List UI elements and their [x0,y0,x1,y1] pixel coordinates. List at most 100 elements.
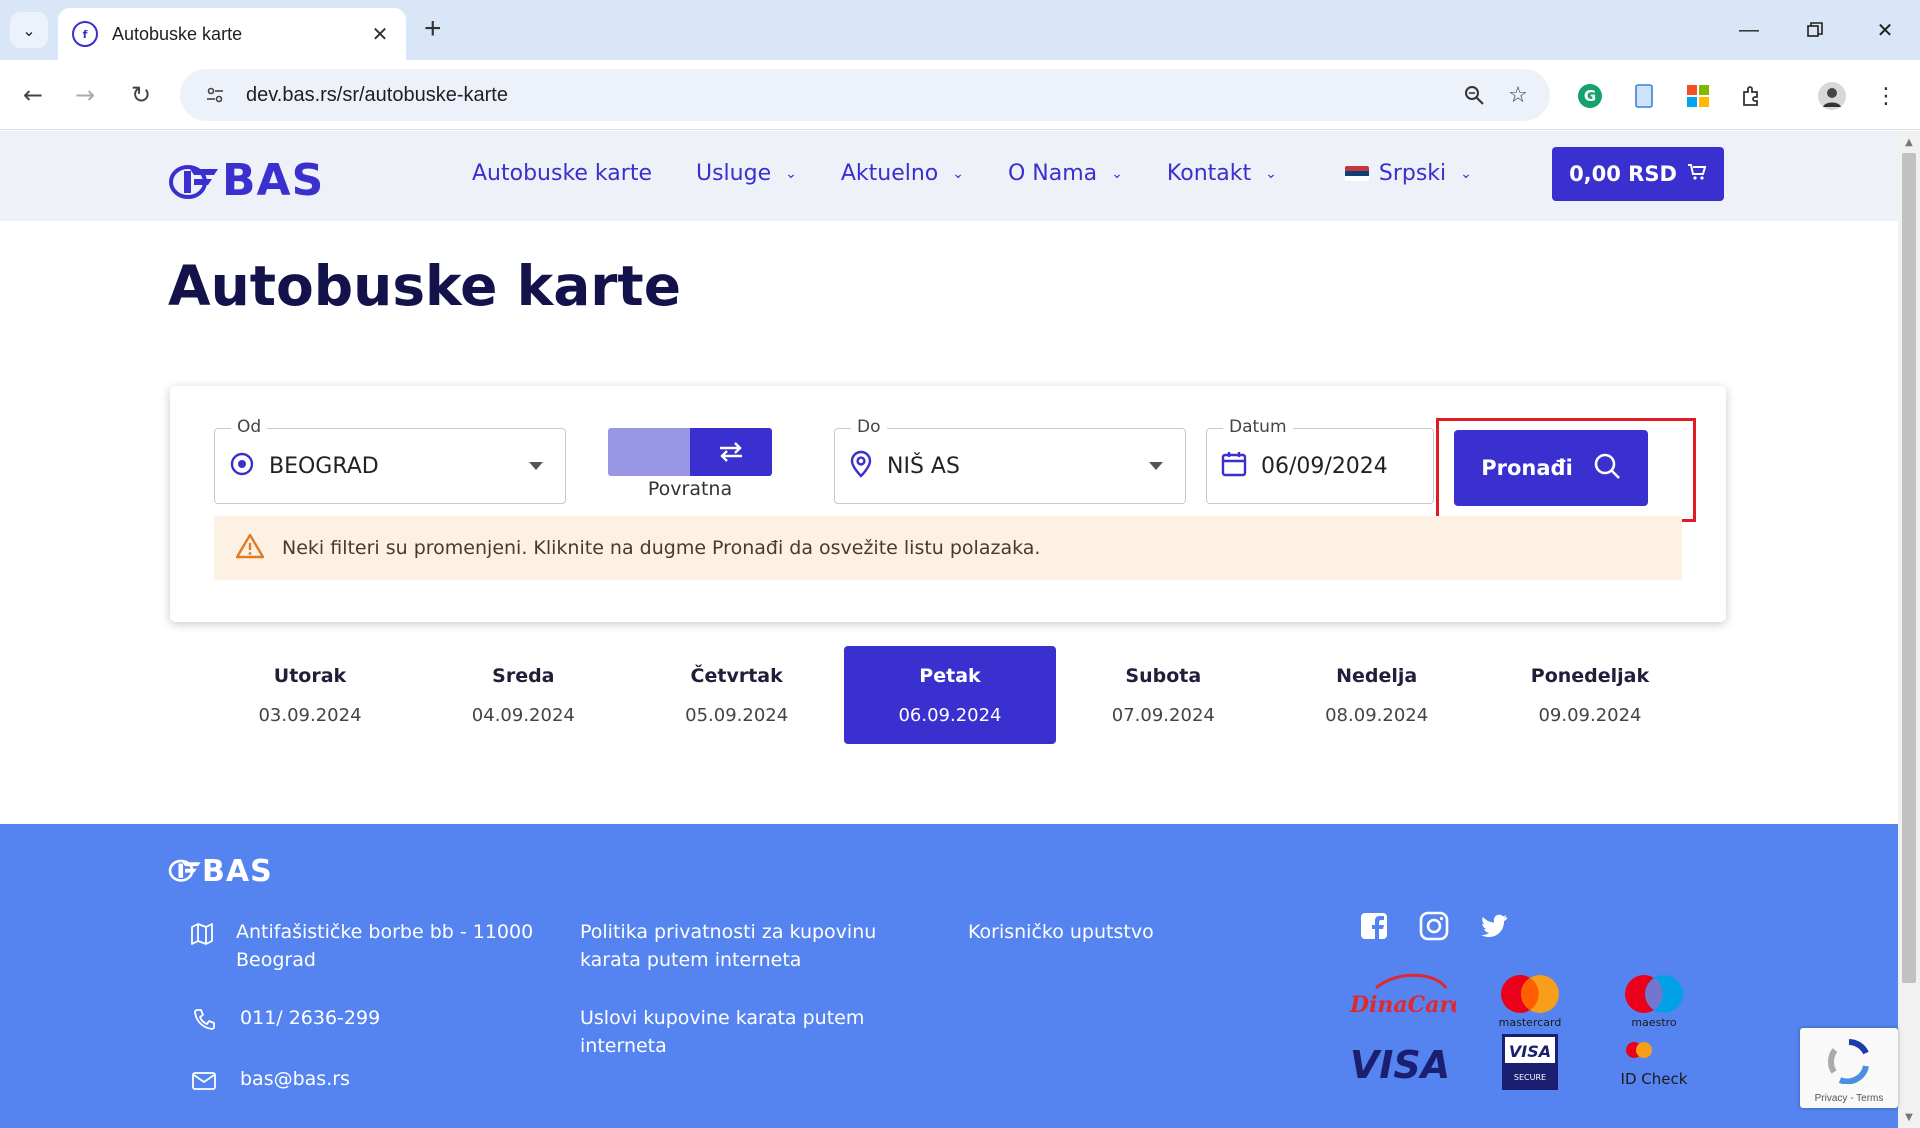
footer-logo-text: BAS [202,854,273,889]
tab-title: Autobuske karte [112,24,368,45]
day-date: 09.09.2024 [1538,705,1641,726]
zoom-icon[interactable] [1452,73,1496,117]
link-text: Korisničko uputstvo [968,918,1154,946]
day-tab-subota[interactable]: Subota 07.09.2024 [1057,646,1269,744]
recaptcha-badge[interactable]: Privacy - Terms [1800,1028,1898,1108]
swap-arrows-icon [690,428,772,476]
instagram-icon[interactable] [1418,910,1450,942]
microsoft-icon[interactable] [1680,78,1716,114]
browser-tab[interactable]: f Autobuske karte ✕ [58,8,406,60]
address-text: Antifašističke borbe bb - 11000 Beograd [236,918,550,974]
nav-label: O Nama [1008,161,1097,186]
scroll-up-icon[interactable]: ▲ [1898,133,1920,151]
date-field[interactable]: Datum 06/09/2024 [1206,428,1434,504]
day-tab-sreda[interactable]: Sreda 04.09.2024 [417,646,629,744]
nav-kontakt[interactable]: Kontakt ⌄ [1167,161,1277,186]
day-name: Nedelja [1336,665,1417,687]
day-tab-petak[interactable]: Petak 06.09.2024 [844,646,1056,744]
logo-text: BAS [222,155,324,206]
day-date: 06.09.2024 [898,705,1001,726]
notice-text: Neki filteri su promenjeni. Kliknite na … [282,537,1040,559]
nav-o-nama[interactable]: O Nama ⌄ [1008,161,1123,186]
to-value: NIŠ AS [887,454,1149,479]
serbia-flag-icon [1345,166,1369,182]
site-header: BAS Autobuske karte Usluge ⌄ Aktuelno ⌄ … [0,131,1898,221]
dinacard-text: DinaCard [1349,992,1456,1018]
day-name: Subota [1125,665,1201,687]
link-text: Politika privatnosti za kupovinu karata … [580,918,920,974]
day-name: Utorak [274,665,346,687]
calendar-icon [1221,451,1247,481]
email-text: bas@bas.rs [240,1065,350,1093]
svg-text:G: G [1584,87,1596,105]
chevron-down-icon: ⌄ [952,166,964,182]
to-select[interactable]: Do NIŠ AS [834,428,1186,504]
nav-usluge[interactable]: Usluge ⌄ [696,161,797,186]
twitter-icon[interactable] [1478,910,1510,942]
browser-toolbar: ← → ↻ dev.bas.rs/sr/autobuske-karte ☆ G … [0,60,1920,130]
dropdown-caret-icon [529,462,543,470]
language-selector[interactable]: Srpski ⌄ [1345,161,1472,186]
recaptcha-terms[interactable]: Privacy - Terms [1800,1093,1898,1104]
extensions-puzzle-icon[interactable] [1734,78,1770,114]
nav-autobuske-karte[interactable]: Autobuske karte [472,161,652,186]
footer-link-terms[interactable]: Uslovi kupovine karata putem interneta [580,1004,920,1060]
visa-logo: VISA [1348,1040,1452,1088]
from-value: BEOGRAD [269,454,529,479]
scroll-down-icon[interactable]: ▼ [1898,1108,1920,1126]
restore-icon[interactable] [1790,12,1840,48]
footer-link-user-guide[interactable]: Korisničko uputstvo [968,918,1154,946]
from-select[interactable]: Od BEOGRAD [214,428,566,504]
site-info-icon[interactable] [200,80,230,110]
day-date: 03.09.2024 [258,705,361,726]
day-tab-utorak[interactable]: Utorak 03.09.2024 [204,646,416,744]
footer-link-privacy[interactable]: Politika privatnosti za kupovinu karata … [580,918,920,974]
mail-icon [190,1067,218,1095]
maestro-logo: maestro [1614,972,1694,1030]
close-icon[interactable]: ✕ [368,22,392,46]
day-name: Četvrtak [691,665,783,687]
tab-search-button[interactable]: ⌄ [10,12,48,48]
toggle-track [608,428,690,476]
nav-aktuelno[interactable]: Aktuelno ⌄ [841,161,964,186]
day-tab-cetvrtak[interactable]: Četvrtak 05.09.2024 [631,646,843,744]
grammarly-icon[interactable]: G [1572,78,1608,114]
phone-extension-icon[interactable] [1626,78,1662,114]
date-value: 06/09/2024 [1261,454,1419,479]
day-tab-nedelja[interactable]: Nedelja 08.09.2024 [1271,646,1483,744]
from-label: Od [231,417,267,437]
scroll-thumb[interactable] [1902,153,1916,983]
id-check-text: ID Check [1621,1070,1688,1088]
bookmark-star-icon[interactable]: ☆ [1496,73,1540,117]
footer-logo[interactable]: BAS [168,854,273,889]
browser-menu-icon[interactable]: ⋮ [1868,78,1904,114]
new-tab-button[interactable]: + [424,14,442,44]
day-tab-ponedeljak[interactable]: Ponedeljak 09.09.2024 [1484,646,1696,744]
minimize-icon[interactable]: — [1724,12,1774,48]
back-arrow-icon[interactable]: ← [14,76,52,114]
window-close-icon[interactable]: ✕ [1860,12,1910,48]
date-label: Datum [1223,417,1293,437]
cart-icon [1687,162,1707,186]
address-bar[interactable]: dev.bas.rs/sr/autobuske-karte ☆ [180,69,1550,121]
reload-icon[interactable]: ↻ [122,76,160,114]
chevron-down-icon: ⌄ [22,21,35,40]
footer-phone[interactable]: 011/ 2636-299 [190,1004,380,1034]
nav-label: Kontakt [1167,161,1251,186]
profile-avatar[interactable] [1814,78,1850,114]
cart-button[interactable]: 0,00 RSD [1552,147,1724,201]
to-label: Do [851,417,887,437]
bas-logo[interactable]: BAS [168,155,324,206]
filters-changed-notice: Neki filteri su promenjeni. Kliknite na … [214,516,1682,580]
return-toggle[interactable] [608,428,772,476]
footer-email[interactable]: bas@bas.rs [190,1065,350,1095]
url-text[interactable]: dev.bas.rs/sr/autobuske-karte [246,84,1452,107]
phone-text: 011/ 2636-299 [240,1004,380,1032]
dinacard-logo: DinaCard [1346,972,1456,1028]
forward-arrow-icon[interactable]: → [66,76,104,114]
warning-icon [236,533,264,563]
facebook-icon[interactable] [1358,910,1390,942]
page-scrollbar[interactable]: ▲ ▼ [1898,131,1920,1128]
chevron-down-icon: ⌄ [1111,166,1123,182]
map-pin-icon [849,450,873,482]
